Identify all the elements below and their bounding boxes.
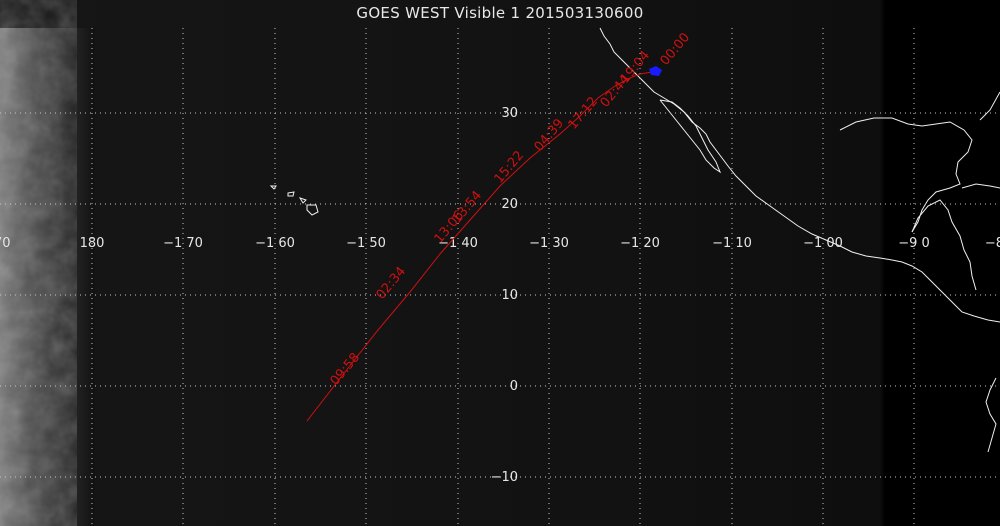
satellite-map: 70180−1 70−1 60−1 50−1 40−1 30−1 20−1 10… <box>0 0 1000 526</box>
latitude-tick-label: 10 <box>501 288 518 303</box>
latitude-tick-label: 0 <box>510 379 518 394</box>
longitude-tick-label: −1 70 <box>163 236 203 251</box>
longitude-tick-label: 70 <box>0 236 11 251</box>
latitude-tick-label: −10 <box>491 470 518 485</box>
longitude-tick-label: −1 00 <box>803 236 843 251</box>
longitude-tick-label: −1 50 <box>346 236 386 251</box>
image-title: GOES WEST Visible 1 201503130600 <box>356 4 644 22</box>
longitude-tick-label: 180 <box>80 236 105 251</box>
night-edge <box>884 28 1000 526</box>
longitude-tick-label: −8 <box>985 236 1000 251</box>
latitude-tick-label: 20 <box>501 197 518 212</box>
longitude-tick-label: −1 60 <box>255 236 295 251</box>
longitude-tick-label: −9 0 <box>898 236 930 251</box>
cloud-texture <box>0 28 70 526</box>
longitude-tick-label: −1 30 <box>529 236 569 251</box>
longitude-tick-label: −1 20 <box>620 236 660 251</box>
image-background <box>0 0 1000 526</box>
latitude-tick-label: 30 <box>501 106 518 121</box>
longitude-tick-label: −1 10 <box>712 236 752 251</box>
